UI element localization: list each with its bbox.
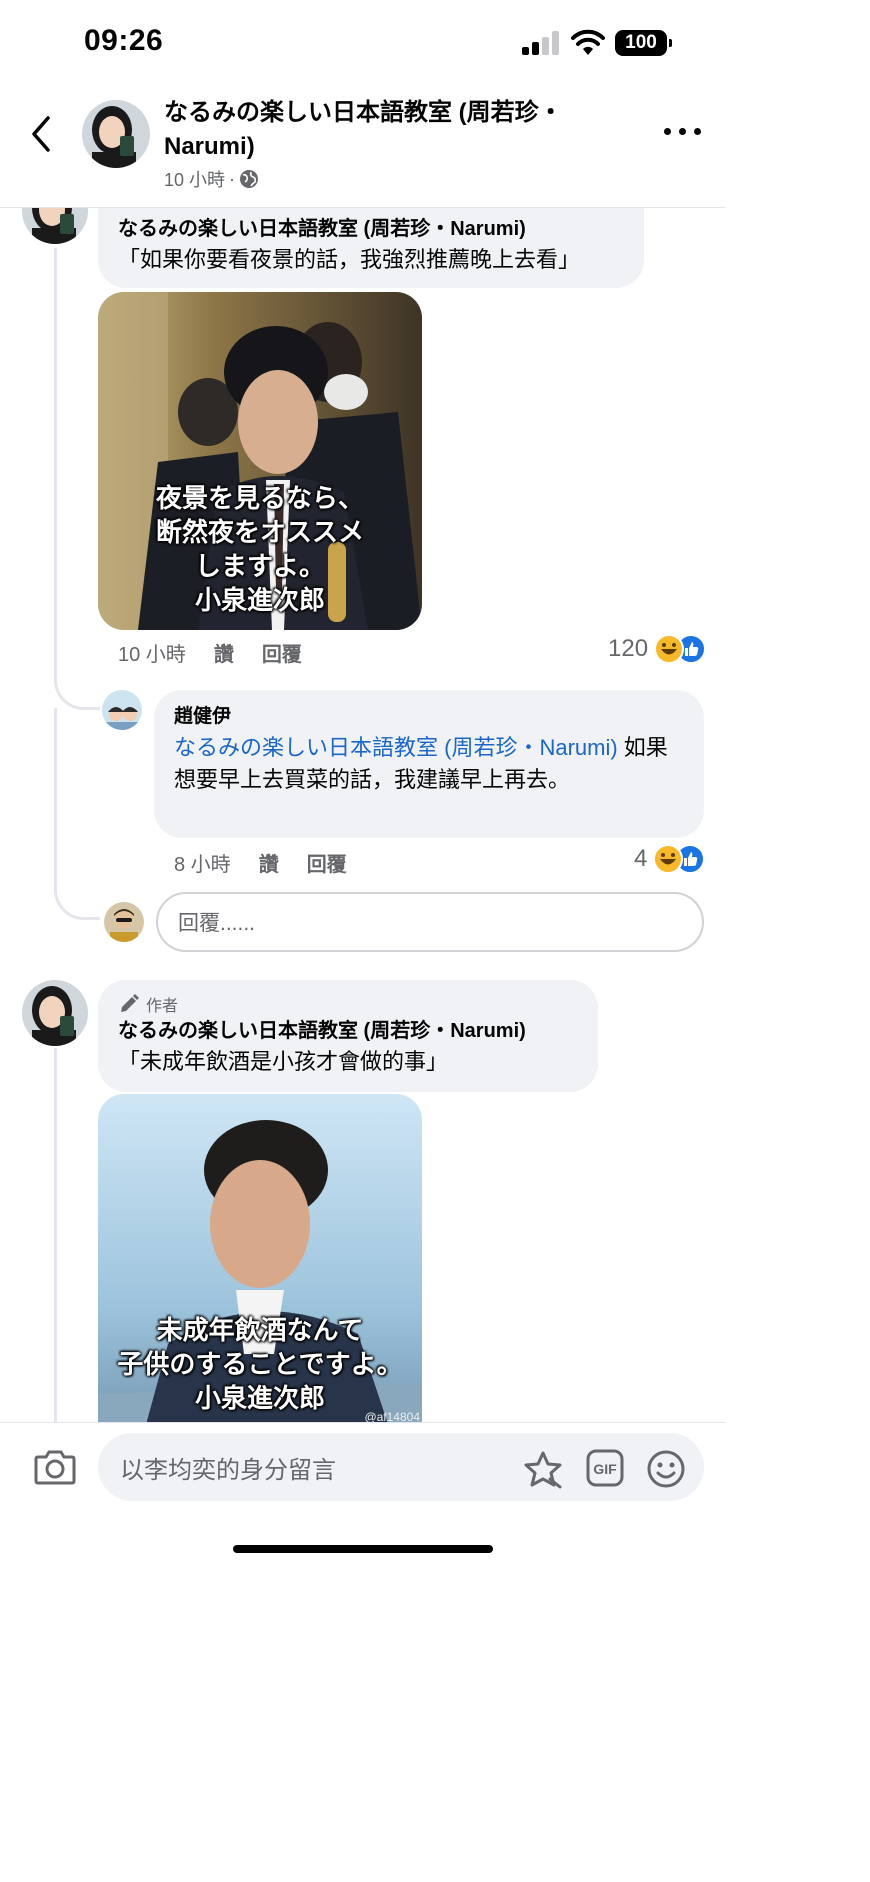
comment-image[interactable]: 夜景を見るなら、 断然夜をオススメ しますよ。 小泉進次郎: [98, 292, 422, 630]
comments-list: なるみの楽しい日本語教室 (周若珍・Narumi) 「如果你要看夜景的話，我強烈…: [0, 208, 725, 1422]
globe-icon: [240, 170, 259, 188]
reply-actions: 8 小時 讚 回覆: [174, 848, 347, 877]
image-caption: 夜景を見るなら、 断然夜をオススメ しますよ。 小泉進次郎: [155, 484, 364, 616]
comment-actions: 10 小時 讚 回覆: [118, 638, 302, 667]
post-header: なるみの楽しい日本語教室 (周若珍・Narumi) 10 小時 ·: [0, 80, 725, 208]
battery-indicator: 100: [615, 30, 672, 56]
comment-text: 「未成年飲酒是小孩才會做的事」: [118, 1049, 449, 1074]
page-title[interactable]: なるみの楽しい日本語教室 (周若珍・Narumi): [164, 96, 624, 164]
current-user-avatar: [104, 902, 144, 942]
comment-author-avatar[interactable]: [22, 980, 88, 1046]
comment-author-avatar[interactable]: [22, 208, 88, 244]
reply-time[interactable]: 8 小時: [174, 848, 231, 877]
meta-separator: ·: [229, 168, 236, 189]
reply-input[interactable]: 回覆......: [156, 892, 704, 952]
reaction-summary[interactable]: 120: [608, 634, 707, 664]
emoji-icon[interactable]: [646, 1449, 686, 1489]
thread-connector: [54, 648, 100, 710]
mention-link[interactable]: なるみの楽しい日本語教室 (周若珍・Narumi): [174, 735, 618, 760]
reply-button[interactable]: 回覆: [307, 848, 347, 877]
more-options-icon[interactable]: [664, 128, 704, 140]
wifi-icon: [571, 29, 605, 55]
image-caption: 未成年飲酒なんて 子供のすることですよ。 小泉進次郎: [117, 1316, 403, 1414]
reaction-count: 120: [608, 635, 649, 662]
reply-text: なるみの楽しい日本語教室 (周若珍・Narumi) 如果想要早上去買菜的話，我建…: [174, 735, 668, 792]
image-watermark: @af14804: [364, 1410, 420, 1422]
page-avatar[interactable]: [82, 100, 150, 168]
camera-icon[interactable]: [34, 1449, 76, 1485]
gif-icon[interactable]: GIF: [586, 1449, 624, 1487]
thread-connector: [54, 868, 100, 920]
like-button[interactable]: 讚: [259, 848, 279, 877]
post-meta: 10 小時 ·: [164, 166, 259, 192]
home-indicator: [233, 1545, 493, 1553]
comment-image[interactable]: 未成年飲酒なんて 子供のすることですよ。 小泉進次郎 @af14804: [98, 1094, 422, 1422]
comment-text: 「如果你要看夜景的話，我強烈推薦晚上去看」: [118, 247, 581, 272]
comment-author-name[interactable]: なるみの楽しい日本語教室 (周若珍・Narumi): [118, 1016, 578, 1046]
comment-bubble: なるみの楽しい日本語教室 (周若珍・Narumi) 「如果你要看夜景的話，我強烈…: [98, 208, 644, 288]
thread-line: [54, 1048, 57, 1422]
comment-author-name[interactable]: なるみの楽しい日本語教室 (周若珍・Narumi): [118, 214, 624, 244]
comment-time[interactable]: 10 小時: [118, 638, 186, 667]
comment-bubble: 作者 なるみの楽しい日本語教室 (周若珍・Narumi) 「未成年飲酒是小孩才會…: [98, 980, 598, 1092]
haha-reaction-icon: [653, 844, 684, 874]
svg-text:GIF: GIF: [593, 1461, 617, 1477]
sticker-icon[interactable]: [522, 1449, 564, 1489]
thread-line: [54, 248, 57, 678]
back-arrow-icon[interactable]: [26, 114, 56, 154]
status-bar: 09:26 100: [0, 0, 725, 80]
reply-bubble: 趙健伊 なるみの楽しい日本語教室 (周若珍・Narumi) 如果想要早上去買菜的…: [154, 690, 704, 838]
status-time: 09:26: [84, 24, 164, 57]
thread-line: [54, 708, 57, 894]
reaction-count: 4: [634, 845, 648, 872]
comment-composer: 以李均奕的身分留言 GIF: [0, 1422, 725, 1568]
post-time: 10 小時: [164, 170, 226, 190]
reply-author-name[interactable]: 趙健伊: [174, 702, 684, 732]
author-badge: 作者: [118, 992, 578, 1016]
haha-reaction-icon: [654, 634, 685, 664]
cellular-signal-icon: [522, 31, 560, 55]
pencil-icon: [121, 994, 139, 1012]
reply-button[interactable]: 回覆: [262, 638, 302, 667]
reply-author-avatar[interactable]: [102, 690, 142, 730]
like-button[interactable]: 讚: [214, 638, 234, 667]
reaction-summary[interactable]: 4: [634, 844, 706, 874]
